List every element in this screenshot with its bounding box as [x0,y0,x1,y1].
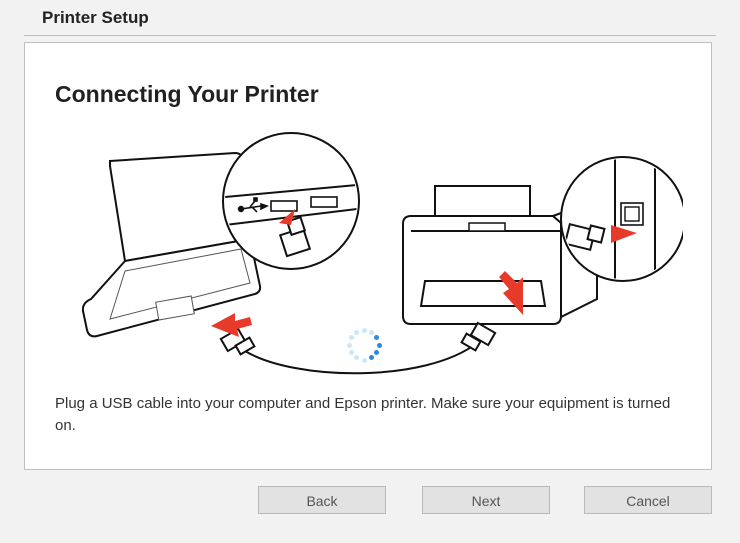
next-button[interactable]: Next [422,486,550,514]
zoom-circle-icon [561,157,683,281]
printer-setup-dialog: Printer Setup Connecting Your Printer [0,0,740,543]
instruction-text: Plug a USB cable into your computer and … [55,393,683,437]
page-heading: Connecting Your Printer [55,81,319,108]
window-title: Printer Setup [42,8,149,28]
connection-illustration [55,131,683,381]
content-panel: Connecting Your Printer [24,42,712,470]
cancel-button[interactable]: Cancel [584,486,712,514]
back-button[interactable]: Back [258,486,386,514]
loading-spinner-icon [346,327,382,363]
zoom-circle-icon [223,133,359,269]
title-separator [24,35,716,36]
